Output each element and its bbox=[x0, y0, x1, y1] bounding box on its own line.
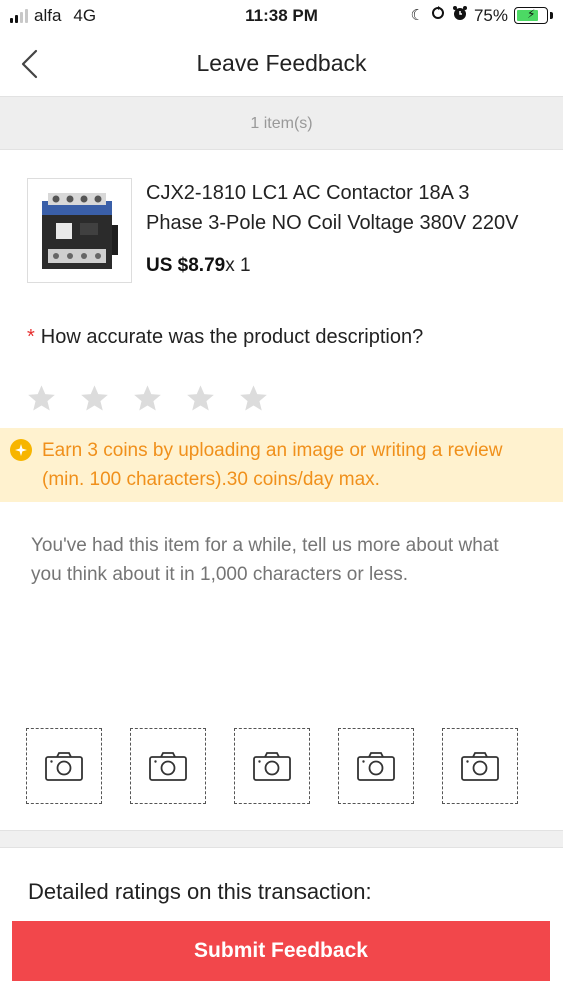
review-textarea[interactable] bbox=[31, 531, 531, 691]
product-title[interactable]: CJX2-1810 LC1 AC Contactor 18A 3 Phase 3… bbox=[146, 178, 536, 238]
photo-upload-slot[interactable] bbox=[234, 728, 310, 804]
price-line: US $8.79x 1 bbox=[146, 255, 251, 277]
star-rating bbox=[26, 383, 269, 414]
detailed-ratings-heading: Detailed ratings on this transaction: bbox=[28, 879, 372, 904]
items-count: 1 item(s) bbox=[0, 96, 563, 150]
description-accuracy-question: * How accurate was the product descriptio… bbox=[27, 326, 423, 349]
coin-reward-banner: Earn 3 coins by uploading an image or wr… bbox=[0, 428, 563, 502]
coin-icon bbox=[10, 439, 32, 461]
star-icon[interactable] bbox=[185, 383, 216, 414]
product-price: US $8.79 bbox=[146, 255, 226, 276]
camera-icon bbox=[253, 752, 291, 781]
photo-upload-slot[interactable] bbox=[442, 728, 518, 804]
camera-icon bbox=[45, 752, 83, 781]
orientation-lock-icon bbox=[430, 5, 446, 26]
camera-icon bbox=[461, 752, 499, 781]
battery-tip bbox=[550, 12, 553, 19]
photo-upload-slot[interactable] bbox=[26, 728, 102, 804]
battery-icon: ⚡ bbox=[514, 7, 548, 24]
required-mark: * bbox=[27, 326, 35, 348]
status-bar: alfa 4G 11:38 PM ☾ 75% ⚡ bbox=[0, 0, 563, 34]
section-divider bbox=[0, 830, 563, 848]
battery-percent: 75% bbox=[473, 5, 508, 25]
product-quantity: x 1 bbox=[225, 255, 251, 276]
star-icon[interactable] bbox=[238, 383, 269, 414]
camera-icon bbox=[149, 752, 187, 781]
moon-icon: ☾ bbox=[410, 6, 424, 24]
page-title: Leave Feedback bbox=[196, 50, 367, 76]
product-title-line-1: CJX2-1810 LC1 AC Contactor 18A 3 bbox=[146, 182, 470, 204]
photo-upload-slot[interactable] bbox=[338, 728, 414, 804]
nav-bar: Leave Feedback bbox=[0, 34, 563, 94]
star-icon[interactable] bbox=[79, 383, 110, 414]
camera-icon bbox=[357, 752, 395, 781]
photo-upload-row bbox=[26, 728, 518, 804]
question-text: How accurate was the product description… bbox=[40, 326, 424, 348]
product-summary: CJX2-1810 LC1 AC Contactor 18A 3 Phase 3… bbox=[0, 150, 563, 300]
submit-feedback-button[interactable]: Submit Feedback bbox=[12, 921, 550, 981]
coin-reward-text: Earn 3 coins by uploading an image or wr… bbox=[42, 440, 503, 490]
product-title-line-2: Phase 3-Pole NO Coil Voltage 380V 220V bbox=[146, 212, 519, 234]
product-image bbox=[27, 178, 132, 283]
alarm-icon bbox=[452, 5, 468, 26]
photo-upload-slot[interactable] bbox=[130, 728, 206, 804]
star-icon[interactable] bbox=[26, 383, 57, 414]
star-icon[interactable] bbox=[132, 383, 163, 414]
status-bar-right: ☾ 75% ⚡ bbox=[411, 5, 553, 26]
